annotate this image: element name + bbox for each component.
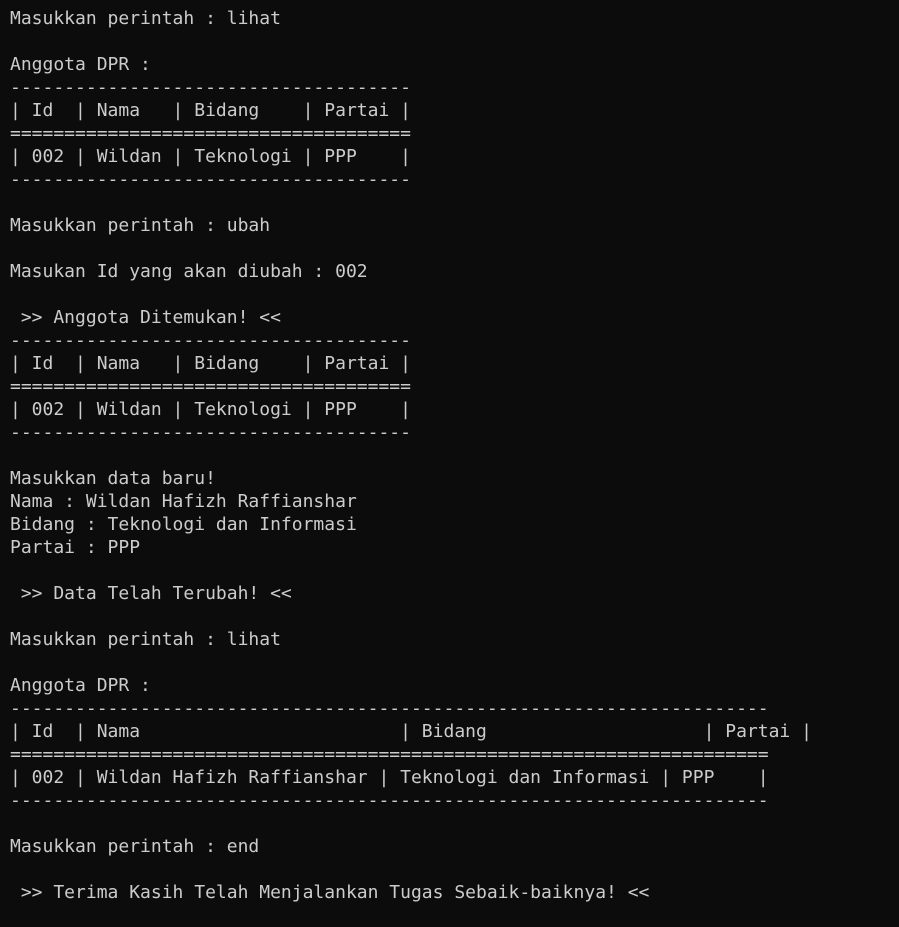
terminal-line: Masukan Id yang akan diubah : 002 — [10, 261, 368, 282]
terminal-line: Masukkan data baru! — [10, 468, 216, 489]
terminal-line: Anggota DPR : — [10, 675, 151, 696]
terminal-line: ------------------------------------- — [10, 169, 411, 190]
terminal-line: Masukkan perintah : lihat — [10, 629, 281, 650]
terminal-line: | Id | Nama | Bidang | Partai | — [10, 721, 812, 742]
terminal-line: ===================================== — [10, 376, 411, 397]
terminal-line: >> Data Telah Terubah! << — [10, 583, 292, 604]
terminal-line: | 002 | Wildan | Teknologi | PPP | — [10, 146, 411, 167]
terminal-line: Partai : PPP — [10, 537, 141, 558]
terminal-line: ===================================== — [10, 123, 411, 144]
terminal-line: ------------------------------------- — [10, 422, 411, 443]
terminal-line: Masukkan perintah : ubah — [10, 215, 271, 236]
terminal-line: ========================================… — [10, 744, 769, 765]
terminal-line: >> Terima Kasih Telah Menjalankan Tugas … — [10, 882, 650, 903]
terminal-line: ------------------------------------- — [10, 330, 411, 351]
terminal-output: Masukkan perintah : lihat Anggota DPR : --… — [0, 0, 899, 927]
terminal-line: >> Anggota Ditemukan! << — [10, 307, 281, 328]
terminal-line: | Id | Nama | Bidang | Partai | — [10, 353, 411, 374]
terminal-line: | 002 | Wildan | Teknologi | PPP | — [10, 399, 411, 420]
terminal-line: ------------------------------------- — [10, 77, 411, 98]
terminal-line: ----------------------------------------… — [10, 698, 769, 719]
terminal-line: Anggota DPR : — [10, 54, 151, 75]
terminal-line: | 002 | Wildan Hafizh Raffianshar | Tekn… — [10, 767, 769, 788]
terminal-line: ----------------------------------------… — [10, 790, 769, 811]
terminal-line: Nama : Wildan Hafizh Raffianshar — [10, 491, 357, 512]
terminal-line: | Id | Nama | Bidang | Partai | — [10, 100, 411, 121]
terminal-line: Bidang : Teknologi dan Informasi — [10, 514, 357, 535]
terminal-line: Masukkan perintah : lihat — [10, 8, 281, 29]
terminal-line: Masukkan perintah : end — [10, 836, 260, 857]
